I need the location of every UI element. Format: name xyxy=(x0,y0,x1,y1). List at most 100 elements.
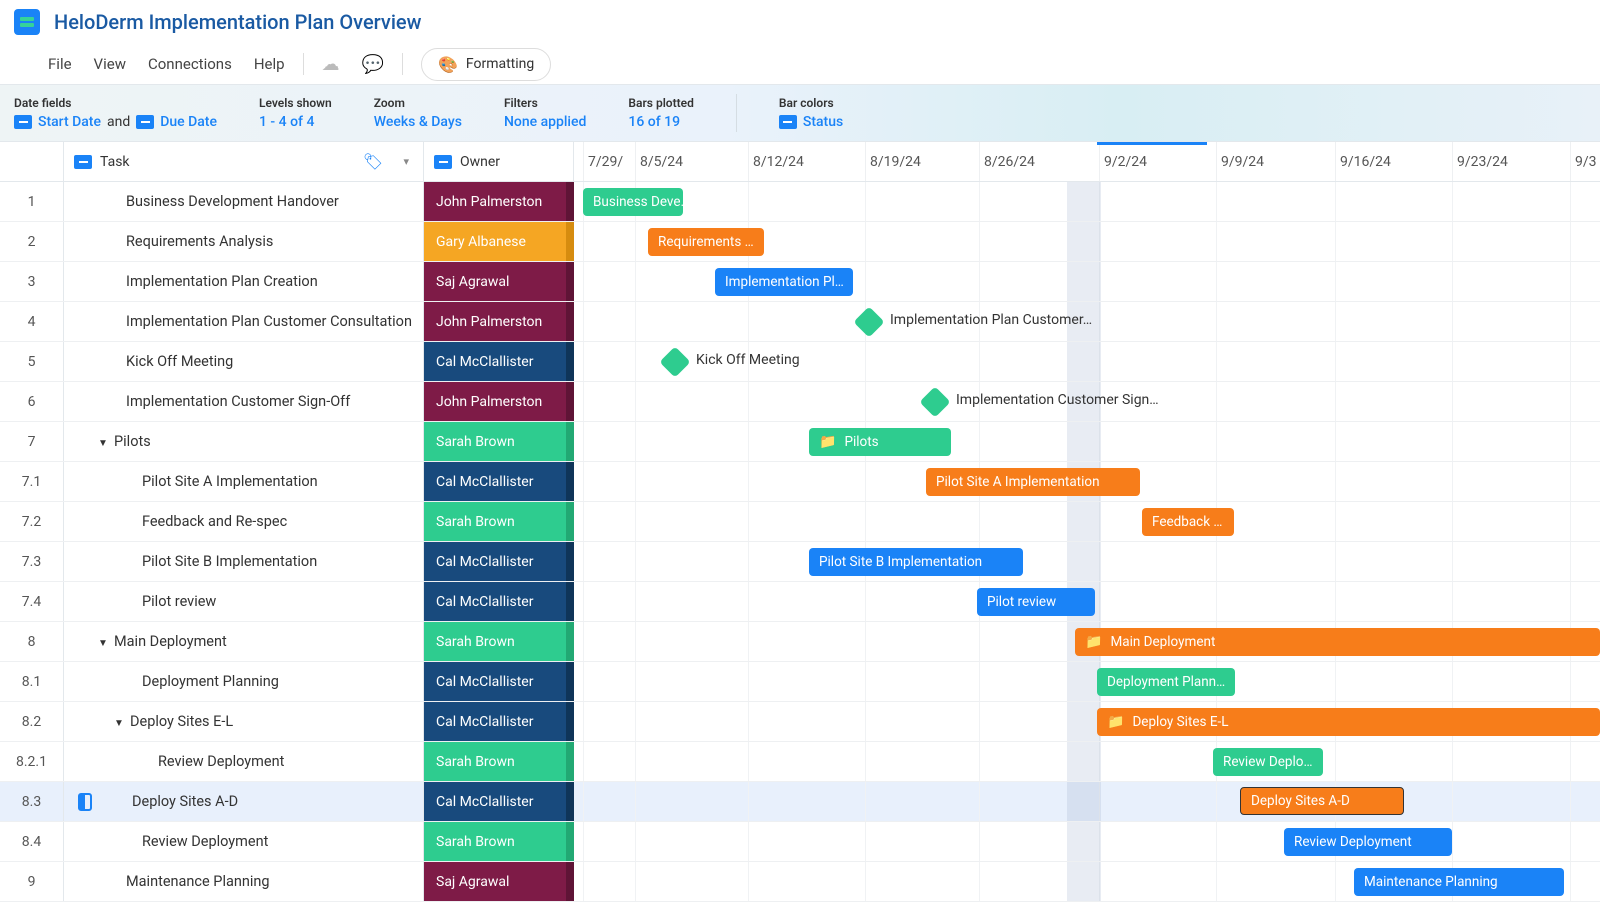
task-cell[interactable]: Requirements Analysis xyxy=(64,222,424,261)
timeline-cell[interactable]: Requirements … xyxy=(574,222,1600,261)
timeline-cell[interactable]: Maintenance Planning xyxy=(574,862,1600,901)
row[interactable]: 8.4Review DeploymentSarah BrownReview De… xyxy=(0,822,1600,862)
owner-cell[interactable]: Sarah Brown xyxy=(424,502,574,541)
task-cell[interactable]: Implementation Customer Sign-Off xyxy=(64,382,424,421)
row[interactable]: 8.2▼Deploy Sites E-LCal McClallister📁Dep… xyxy=(0,702,1600,742)
owner-cell[interactable]: Gary Albanese xyxy=(424,222,574,261)
gantt-bar[interactable]: Pilot Site B Implementation xyxy=(809,548,1023,576)
owner-cell[interactable]: Cal McClallister xyxy=(424,702,574,741)
timeline-cell[interactable]: Pilot Site B Implementation xyxy=(574,542,1600,581)
gantt-bar[interactable]: Review Deployment xyxy=(1284,828,1452,856)
row[interactable]: 7▼PilotsSarah Brown📁Pilots xyxy=(0,422,1600,462)
tb-zoom[interactable]: Zoom Weeks & Days xyxy=(374,96,462,130)
timeline-cell[interactable]: Review Deplo… xyxy=(574,742,1600,781)
row[interactable]: 7.1Pilot Site A ImplementationCal McClal… xyxy=(0,462,1600,502)
chat-icon[interactable]: 💬 xyxy=(362,54,384,75)
gantt-bar[interactable]: Deployment Plann… xyxy=(1097,668,1235,696)
menu-file[interactable]: File xyxy=(48,55,72,73)
tb-bar-colors[interactable]: Bar colors Status xyxy=(779,96,843,130)
timeline-cell[interactable]: Business Deve… xyxy=(574,182,1600,221)
row[interactable]: 7.2Feedback and Re-specSarah BrownFeedba… xyxy=(0,502,1600,542)
task-cell[interactable]: Deployment Planning xyxy=(64,662,424,701)
timeline-cell[interactable]: 📁Main Deployment xyxy=(574,622,1600,661)
row[interactable]: 8.3Deploy Sites A-DCal McClallisterDeplo… xyxy=(0,782,1600,822)
gantt-bar[interactable]: 📁Main Deployment xyxy=(1075,628,1600,656)
tb-date-fields[interactable]: Date fields Start Date and Due Date xyxy=(14,96,217,130)
row[interactable]: 1Business Development HandoverJohn Palme… xyxy=(0,182,1600,222)
gantt-bar[interactable]: Pilot Site A Implementation xyxy=(926,468,1140,496)
row[interactable]: 8.1Deployment PlanningCal McClallisterDe… xyxy=(0,662,1600,702)
timeline-cell[interactable]: Kick Off Meeting xyxy=(574,342,1600,381)
gantt-bar[interactable]: 📁Pilots xyxy=(809,428,951,456)
cloud-icon[interactable]: ☁ xyxy=(322,54,340,75)
task-cell[interactable]: Review Deployment xyxy=(64,822,424,861)
tb-filters[interactable]: Filters None applied xyxy=(504,96,586,130)
milestone-diamond[interactable] xyxy=(659,346,690,377)
expand-caret-icon[interactable]: ▼ xyxy=(114,718,124,729)
gantt-bar[interactable]: Deploy Sites A-D xyxy=(1240,787,1404,815)
owner-cell[interactable]: Sarah Brown xyxy=(424,422,574,461)
row[interactable]: 7.3Pilot Site B ImplementationCal McClal… xyxy=(0,542,1600,582)
owner-cell[interactable]: Cal McClallister xyxy=(424,542,574,581)
timeline-cell[interactable]: Implementation Pl… xyxy=(574,262,1600,301)
task-cell[interactable]: Pilot review xyxy=(64,582,424,621)
row[interactable]: 8.2.1Review DeploymentSarah BrownReview … xyxy=(0,742,1600,782)
menu-connections[interactable]: Connections xyxy=(148,55,232,73)
owner-cell[interactable]: Cal McClallister xyxy=(424,342,574,381)
col-task-header[interactable]: Task 🏷 ▾ xyxy=(64,142,424,181)
task-cell[interactable]: ▼Main Deployment xyxy=(64,622,424,661)
timeline-cell[interactable]: Pilot review xyxy=(574,582,1600,621)
task-cell[interactable]: Implementation Plan Customer Consultatio… xyxy=(64,302,424,341)
owner-cell[interactable]: Cal McClallister xyxy=(424,782,574,821)
milestone-diamond[interactable] xyxy=(853,306,884,337)
task-cell[interactable]: Implementation Plan Creation xyxy=(64,262,424,301)
owner-cell[interactable]: Sarah Brown xyxy=(424,822,574,861)
gantt-bar[interactable]: 📁Deploy Sites E-L xyxy=(1097,708,1600,736)
row[interactable]: 7.4Pilot reviewCal McClallisterPilot rev… xyxy=(0,582,1600,622)
gantt-bar[interactable]: Pilot review xyxy=(977,588,1095,616)
task-cell[interactable]: ▼Pilots xyxy=(64,422,424,461)
task-cell[interactable]: Review Deployment xyxy=(64,742,424,781)
row[interactable]: 6Implementation Customer Sign-OffJohn Pa… xyxy=(0,382,1600,422)
owner-cell[interactable]: Cal McClallister xyxy=(424,462,574,501)
expand-caret-icon[interactable]: ▼ xyxy=(98,638,108,649)
owner-cell[interactable]: Sarah Brown xyxy=(424,622,574,661)
owner-cell[interactable]: John Palmerston xyxy=(424,182,574,221)
menu-help[interactable]: Help xyxy=(254,55,285,73)
task-cell[interactable]: Feedback and Re-spec xyxy=(64,502,424,541)
timeline-header[interactable]: 7/29/8/5/248/12/248/19/248/26/249/2/249/… xyxy=(574,142,1600,181)
owner-cell[interactable]: John Palmerston xyxy=(424,382,574,421)
formatting-button[interactable]: 🎨 Formatting xyxy=(421,48,551,81)
milestone-diamond[interactable] xyxy=(919,386,950,417)
timeline-cell[interactable]: 📁Pilots xyxy=(574,422,1600,461)
col-owner-header[interactable]: Owner xyxy=(424,142,574,181)
task-cell[interactable]: Maintenance Planning xyxy=(64,862,424,901)
row[interactable]: 4Implementation Plan Customer Consultati… xyxy=(0,302,1600,342)
timeline-cell[interactable]: Deployment Plann… xyxy=(574,662,1600,701)
dropdown-icon[interactable]: ▾ xyxy=(403,155,409,168)
owner-cell[interactable]: Cal McClallister xyxy=(424,582,574,621)
timeline-cell[interactable]: Pilot Site A Implementation xyxy=(574,462,1600,501)
timeline-cell[interactable]: Review Deployment xyxy=(574,822,1600,861)
task-cell[interactable]: Business Development Handover xyxy=(64,182,424,221)
gantt-bar[interactable]: Business Deve… xyxy=(583,188,683,216)
timeline-cell[interactable]: Implementation Customer Sign… xyxy=(574,382,1600,421)
menu-view[interactable]: View xyxy=(94,55,126,73)
row[interactable]: 8▼Main DeploymentSarah Brown📁Main Deploy… xyxy=(0,622,1600,662)
task-cell[interactable]: Pilot Site A Implementation xyxy=(64,462,424,501)
owner-cell[interactable]: Saj Agrawal xyxy=(424,862,574,901)
timeline-cell[interactable]: 📁Deploy Sites E-L xyxy=(574,702,1600,741)
timeline-cell[interactable]: Feedback … xyxy=(574,502,1600,541)
timeline-cell[interactable]: Deploy Sites A-D xyxy=(574,782,1600,821)
gantt-bar[interactable]: Requirements … xyxy=(648,228,764,256)
expand-caret-icon[interactable]: ▼ xyxy=(98,438,108,449)
row[interactable]: 5Kick Off MeetingCal McClallisterKick Of… xyxy=(0,342,1600,382)
row[interactable]: 2Requirements AnalysisGary AlbaneseRequi… xyxy=(0,222,1600,262)
tb-bars[interactable]: Bars plotted 16 of 19 xyxy=(628,96,693,130)
row[interactable]: 3Implementation Plan CreationSaj Agrawal… xyxy=(0,262,1600,302)
gantt-bar[interactable]: Maintenance Planning xyxy=(1354,868,1564,896)
gantt-bar[interactable]: Review Deplo… xyxy=(1213,748,1323,776)
timeline-cell[interactable]: Implementation Plan Customer… xyxy=(574,302,1600,341)
tag-icon[interactable]: 🏷 xyxy=(363,152,383,171)
task-cell[interactable]: ▼Deploy Sites E-L xyxy=(64,702,424,741)
